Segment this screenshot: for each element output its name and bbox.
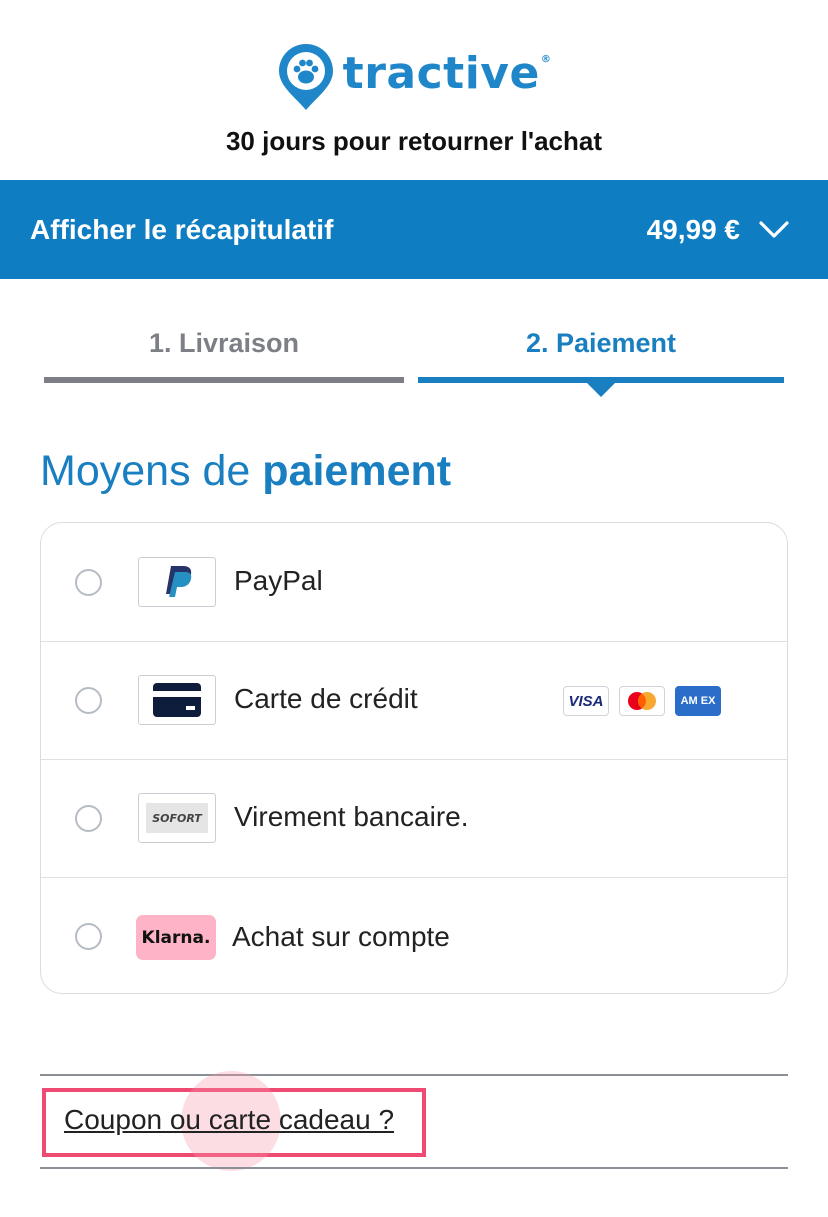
credit-card-radio[interactable] — [75, 687, 102, 714]
klarna-label: Achat sur compte — [232, 921, 450, 952]
amex-icon: AM EX — [675, 686, 721, 716]
visa-text: VISA — [568, 692, 604, 710]
summary-right: 49,99 € — [647, 214, 790, 246]
payment-option-klarna[interactable]: Klarna. Achat sur compte — [41, 877, 787, 993]
registered-mark: ® — [540, 53, 552, 65]
card-glyph — [153, 683, 201, 717]
return-policy-tagline: 30 jours pour retourner l'achat — [225, 126, 603, 156]
step-livraison-bar — [44, 377, 404, 383]
divider-top — [40, 1074, 788, 1076]
heading-bold: paiement — [262, 447, 452, 495]
mastercard-circles — [628, 692, 656, 710]
sofort-radio[interactable] — [75, 805, 102, 832]
klarna-radio[interactable] — [75, 923, 102, 950]
sofort-logo: SOFORT — [146, 803, 208, 833]
sofort-label: Virement bancaire. — [234, 801, 469, 832]
sofort-icon: SOFORT — [138, 793, 216, 843]
klarna-icon: Klarna. — [136, 915, 216, 960]
chevron-down-icon — [759, 220, 789, 238]
payment-option-credit-card[interactable]: Carte de crédit VISA AM EX — [41, 641, 787, 760]
paypal-radio[interactable] — [75, 569, 102, 596]
paw-pin-icon — [278, 44, 333, 110]
credit-card-icon — [138, 675, 216, 725]
paypal-logo — [166, 566, 192, 597]
active-step-indicator — [587, 383, 615, 397]
payment-option-paypal[interactable]: PayPal — [41, 523, 787, 641]
heading-light: Moyens de — [40, 447, 263, 495]
brand-logo: tractive® — [0, 42, 828, 112]
credit-card-label: Carte de crédit — [234, 683, 418, 714]
card-brand-logos: VISA AM EX — [563, 686, 731, 716]
payment-methods-heading: Moyens de paiement — [40, 447, 451, 496]
order-summary-toggle[interactable]: Afficher le récapitulatif 49,99 € — [0, 180, 828, 279]
paypal-icon — [138, 557, 216, 607]
visa-icon: VISA — [563, 686, 609, 716]
mastercard-icon — [619, 686, 665, 716]
divider-bottom — [40, 1167, 788, 1169]
summary-label: Afficher le récapitulatif — [30, 213, 334, 245]
payment-methods-list: PayPal Carte de crédit VISA AM EX SOFORT… — [40, 522, 788, 994]
step-livraison[interactable]: 1. Livraison — [44, 328, 404, 359]
order-total: 49,99 € — [646, 213, 740, 245]
step-paiement[interactable]: 2. Paiement — [418, 328, 784, 359]
paypal-label: PayPal — [234, 565, 323, 596]
amex-text: AM EX — [680, 695, 716, 707]
payment-option-sofort[interactable]: SOFORT Virement bancaire. — [41, 759, 787, 878]
brand-name: tractive® — [342, 47, 552, 99]
coupon-gift-card-link[interactable]: Coupon ou carte cadeau ? — [64, 1104, 394, 1136]
